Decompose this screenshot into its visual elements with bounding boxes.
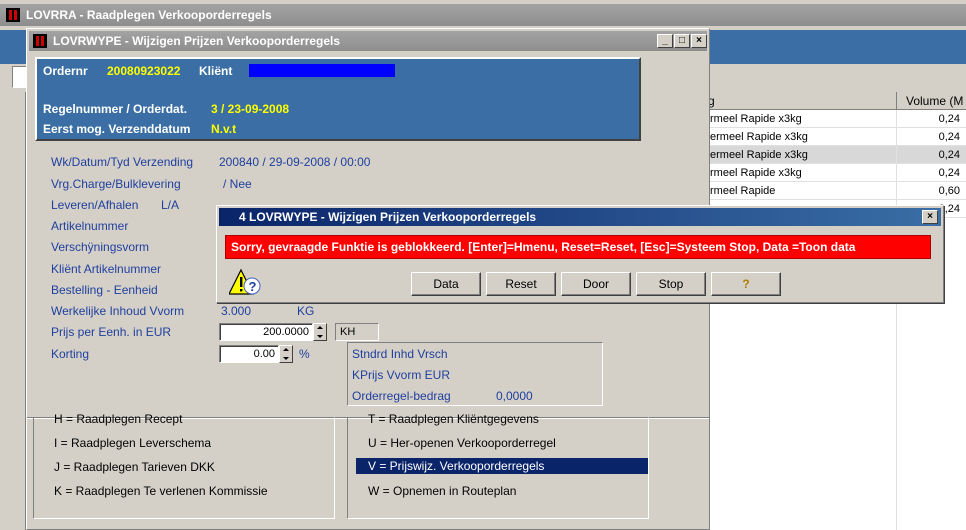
menu-item-v[interactable]: V = Prijswijz. Verkooporderregels: [368, 459, 544, 473]
prijs-label: Prijs per Eenh. in EUR: [51, 325, 172, 339]
svg-text:?: ?: [249, 279, 257, 294]
menu-left-panel: H = Raadplegen Recept I = Raadplegen Lev…: [33, 412, 335, 519]
werkelijke-value: 3.000: [221, 304, 252, 318]
help-button[interactable]: ?: [711, 272, 781, 296]
door-button[interactable]: Door: [561, 272, 631, 296]
info-line2: KPrijs Vvorm EUR: [352, 368, 451, 382]
menu-item-i[interactable]: I = Raadplegen Leverschema: [54, 436, 211, 450]
table-row[interactable]: ermeel Rapide x3kg 0,24: [700, 146, 966, 164]
menu-item-u[interactable]: U = Her-openen Verkooporderregel: [368, 436, 556, 450]
prijs-input[interactable]: 200.0000: [219, 323, 313, 341]
korting-input[interactable]: 0.00: [219, 345, 279, 363]
menu-item-t[interactable]: T = Raadplegen Kliëntgegevens: [368, 412, 539, 426]
artikel-label: Artikelnummer: [51, 219, 129, 233]
korting-label: Korting: [51, 347, 90, 361]
dialog-message: Sorry, gevraagde Funktie is geblokkeerd.…: [231, 240, 856, 254]
prijs-unit-box: KH: [335, 323, 379, 341]
vrg-label: Vrg.Charge/Bulklevering: [51, 177, 181, 191]
table-row[interactable]: rmeel Rapide x3kg 0,24: [700, 110, 966, 128]
blocked-dialog: 4 LOVRWYPE - Wijzigen Prijzen Verkoopord…: [216, 205, 944, 303]
regelnummer-label: Regelnummer / Orderdat.: [43, 102, 188, 116]
data-button[interactable]: Data: [411, 272, 481, 296]
edit-window-title: LOVRWYPE - Wijzigen Prijzen Verkooporder…: [53, 34, 341, 48]
menu-item-v-selected[interactable]: V = Prijswijz. Verkooporderregels: [356, 458, 648, 474]
wk-value: 200840 / 29-09-2008 / 00:00: [219, 155, 371, 169]
warning-icon: ?: [228, 268, 261, 298]
dialog-title: 4 LOVRWYPE - Wijzigen Prijzen Verkoopord…: [239, 210, 537, 224]
verschyn-label: Verschÿningsvorm: [51, 240, 150, 254]
help-icon: ?: [742, 277, 750, 291]
wk-label: Wk/Datum/Tyd Verzending: [51, 155, 194, 169]
klient-label: Kliënt: [199, 64, 233, 78]
info-line3-value: 0,0000: [496, 389, 533, 403]
grid-left-gutter: [0, 92, 26, 530]
main-window-title: LOVRRA - Raadplegen Verkooporderregels: [26, 8, 272, 22]
info-line1: Stndrd Inhd Vrsch: [352, 347, 448, 361]
prijs-unit: KH: [340, 326, 356, 338]
vrg-value: / Nee: [223, 177, 252, 191]
menu-item-w[interactable]: W = Opnemen in Routeplan: [368, 484, 516, 498]
leveren-value: L/A: [161, 198, 180, 212]
maximize-button[interactable]: □: [674, 34, 690, 48]
app-logo-icon: [33, 34, 47, 48]
menu-item-h[interactable]: H = Raadplegen Recept: [54, 412, 182, 426]
klient-value-bar: [249, 64, 395, 77]
korting-unit: %: [299, 347, 310, 361]
werkelijke-unit: KG: [297, 304, 315, 318]
dialog-titlebar: 4 LOVRWYPE - Wijzigen Prijzen Verkoopord…: [219, 208, 941, 226]
order-header-panel: Ordernr 20080923022 Kliënt Regelnummer /…: [35, 57, 641, 141]
table-row[interactable]: rmeel Rapide x3kg 0,24: [700, 164, 966, 182]
ordernr-label: Ordernr: [43, 64, 88, 78]
main-window-titlebar: LOVRRA - Raadplegen Verkooporderregels: [0, 4, 966, 26]
bestelling-label: Bestelling - Eenheid: [51, 283, 158, 297]
dialog-message-bar: Sorry, gevraagde Funktie is geblokkeerd.…: [225, 235, 931, 259]
leveren-label: Leveren/Afhalen: [51, 198, 139, 212]
grid-header-volume[interactable]: Volume (M: [906, 94, 963, 108]
app-logo-icon: [6, 8, 20, 22]
reset-button[interactable]: Reset: [486, 272, 556, 296]
edit-window-titlebar: LOVRWYPE - Wijzigen Prijzen Verkooporder…: [29, 31, 707, 51]
ordernr-value: 20080923022: [107, 64, 181, 78]
prijs-spinner[interactable]: [313, 323, 327, 341]
info-box: Stndrd Inhd Vrsch KPrijs Vvorm EUR Order…: [347, 342, 603, 406]
menu-item-j[interactable]: J = Raadplegen Tarieven DKK: [54, 460, 215, 474]
dialog-close-button[interactable]: ×: [922, 210, 938, 224]
klient-artikel-label: Kliënt Artikelnummer: [51, 262, 162, 276]
verzenddatum-label: Eerst mog. Verzenddatum: [43, 122, 191, 136]
table-row[interactable]: ermeel Rapide x3kg 0,24: [700, 128, 966, 146]
stop-button[interactable]: Stop: [636, 272, 706, 296]
minimize-button[interactable]: _: [657, 34, 673, 48]
werkelijke-label: Werkelijke Inhoud Vvorm: [51, 304, 185, 318]
verzenddatum-value: N.v.t: [211, 122, 237, 136]
close-button[interactable]: ×: [691, 34, 707, 48]
table-row[interactable]: rmeel Rapide 0,60: [700, 182, 966, 200]
menu-right-panel: T = Raadplegen Kliëntgegevens U = Her-op…: [347, 412, 649, 519]
korting-spinner[interactable]: [279, 345, 293, 363]
info-line3-label: Orderregel-bedrag: [352, 389, 451, 403]
menu-item-k[interactable]: K = Raadplegen Te verlenen Kommissie: [54, 484, 268, 498]
regelnummer-value: 3 / 23-09-2008: [211, 102, 290, 116]
